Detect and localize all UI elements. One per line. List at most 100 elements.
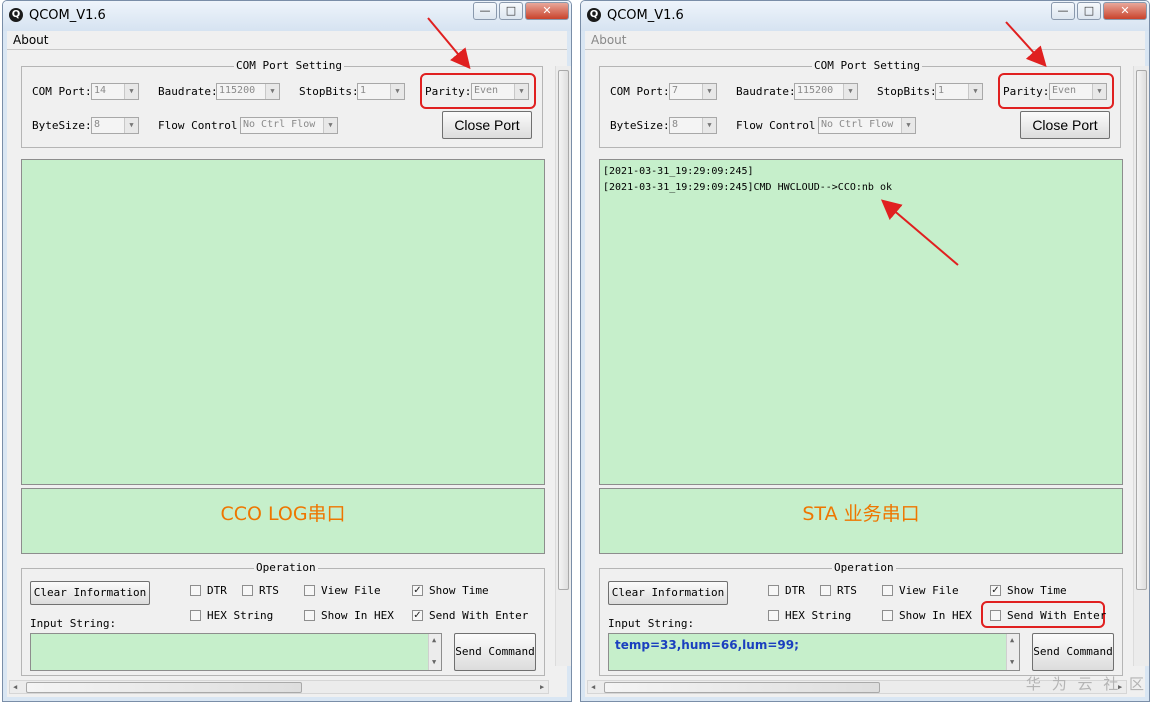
com-port-setting-group: COM Port Setting COM Port: 14 ▼ Baudrate:… (21, 59, 543, 148)
scroll-thumb[interactable] (558, 70, 569, 590)
flow-control-select[interactable]: No Ctrl Flow ▼ (240, 117, 338, 134)
chevron-down-icon: ▼ (968, 84, 982, 99)
close-port-button[interactable]: Close Port (442, 111, 532, 139)
qcom-window-left: Q QCOM_V1.6 — □ ✕ About COM Port Setting… (2, 0, 572, 702)
bytesize-select[interactable]: 8 ▼ (669, 117, 717, 134)
view-file-checkbox[interactable] (882, 585, 893, 596)
baudrate-select[interactable]: 115200 ▼ (216, 83, 280, 100)
vertical-scrollbar[interactable] (555, 66, 571, 666)
bytesize-select[interactable]: 8 ▼ (91, 117, 139, 134)
scroll-down-icon: ▼ (432, 658, 437, 666)
rts-label: RTS (259, 584, 279, 597)
show-in-hex-checkbox[interactable] (304, 610, 315, 621)
dtr-label: DTR (207, 584, 227, 597)
input-scrollbar[interactable]: ▲ ▼ (1006, 634, 1019, 670)
title-bar[interactable]: Q QCOM_V1.6 — □ ✕ (581, 1, 1149, 31)
app-icon: Q (9, 8, 23, 22)
chevron-down-icon: ▼ (124, 84, 138, 99)
menu-about[interactable]: About (591, 33, 626, 47)
log-output-pane[interactable]: [2021-03-31_19:29:09:245] [2021-03-31_19… (599, 159, 1123, 485)
rts-checkbox[interactable] (242, 585, 253, 596)
com-port-select[interactable]: 14 ▼ (91, 83, 139, 100)
menu-bar: About (585, 31, 1145, 50)
maximize-button[interactable]: □ (1077, 2, 1101, 20)
chevron-down-icon: ▼ (124, 118, 138, 133)
hex-string-checkbox[interactable] (768, 610, 779, 621)
rts-label: RTS (837, 584, 857, 597)
baudrate-label: Baudrate: (158, 85, 218, 98)
scroll-thumb[interactable] (604, 682, 880, 693)
hex-string-label: HEX String (207, 609, 274, 622)
minimize-button[interactable]: — (1051, 2, 1075, 20)
receive-pane[interactable]: CCO LOG串口 (21, 488, 545, 554)
horizontal-scrollbar[interactable]: ◀ ▶ (9, 680, 549, 694)
vertical-scrollbar[interactable] (1133, 66, 1149, 666)
pane-label: STA 业务串口 (802, 503, 920, 525)
bytesize-label: ByteSize: (32, 119, 92, 132)
send-command-button[interactable]: Send Command (1032, 633, 1114, 671)
operation-group: Operation Clear Information DTR RTS View… (599, 561, 1123, 676)
stopbits-label: StopBits: (299, 85, 359, 98)
scroll-left-icon: ◀ (13, 683, 18, 691)
chevron-down-icon: ▼ (901, 118, 915, 133)
chevron-down-icon: ▼ (323, 118, 337, 133)
input-scrollbar[interactable]: ▲ ▼ (428, 634, 441, 670)
send-with-enter-label: Send With Enter (429, 609, 529, 622)
pane-label: CCO LOG串口 (220, 503, 346, 525)
log-line: [2021-03-31_19:29:09:245]CMD HWCLOUD-->C… (603, 182, 892, 193)
com-port-select[interactable]: 7 ▼ (669, 83, 717, 100)
close-window-button[interactable]: ✕ (525, 2, 569, 20)
stopbits-select[interactable]: 1 ▼ (357, 83, 405, 100)
clear-information-button[interactable]: Clear Information (30, 581, 150, 605)
parity-select[interactable]: Even ▼ (1049, 83, 1107, 100)
menu-about[interactable]: About (13, 33, 48, 47)
show-in-hex-checkbox[interactable] (882, 610, 893, 621)
stopbits-select[interactable]: 1 ▼ (935, 83, 983, 100)
input-string-field[interactable] (30, 633, 442, 671)
scroll-up-icon: ▲ (1010, 636, 1015, 644)
dtr-checkbox[interactable] (190, 585, 201, 596)
scroll-thumb[interactable] (1136, 70, 1147, 590)
close-window-button[interactable]: ✕ (1103, 2, 1147, 20)
flow-control-label: Flow Control: (158, 119, 245, 132)
view-file-checkbox[interactable] (304, 585, 315, 596)
chevron-down-icon: ▼ (702, 84, 716, 99)
app-icon: Q (587, 8, 601, 22)
title-bar[interactable]: Q QCOM_V1.6 — □ ✕ (3, 1, 571, 31)
hex-string-label: HEX String (785, 609, 852, 622)
show-time-checkbox[interactable]: ✓ (990, 585, 1001, 596)
view-file-label: View File (321, 584, 381, 597)
scroll-up-icon: ▲ (432, 636, 437, 644)
log-output-pane[interactable] (21, 159, 545, 485)
view-file-label: View File (899, 584, 959, 597)
log-line: [2021-03-31_19:29:09:245] (603, 166, 754, 177)
dtr-checkbox[interactable] (768, 585, 779, 596)
receive-pane[interactable]: STA 业务串口 (599, 488, 1123, 554)
send-with-enter-checkbox[interactable] (990, 610, 1001, 621)
chevron-down-icon: ▼ (265, 84, 279, 99)
group-title: COM Port Setting (812, 59, 922, 72)
show-time-label: Show Time (1007, 584, 1067, 597)
input-string-field[interactable]: temp=33,hum=66,lum=99; (608, 633, 1020, 671)
minimize-button[interactable]: — (473, 2, 497, 20)
baudrate-select[interactable]: 115200 ▼ (794, 83, 858, 100)
show-time-label: Show Time (429, 584, 489, 597)
show-in-hex-label: Show In HEX (321, 609, 394, 622)
hex-string-checkbox[interactable] (190, 610, 201, 621)
chevron-down-icon: ▼ (843, 84, 857, 99)
parity-select[interactable]: Even ▼ (471, 83, 529, 100)
bytesize-label: ByteSize: (610, 119, 670, 132)
send-with-enter-checkbox[interactable]: ✓ (412, 610, 423, 621)
clear-information-button[interactable]: Clear Information (608, 581, 728, 605)
operation-group: Operation Clear Information DTR RTS View… (21, 561, 545, 676)
rts-checkbox[interactable] (820, 585, 831, 596)
flow-control-select[interactable]: No Ctrl Flow ▼ (818, 117, 916, 134)
scroll-thumb[interactable] (26, 682, 302, 693)
flow-control-label: Flow Control: (736, 119, 823, 132)
group-title: Operation (832, 561, 896, 574)
close-port-button[interactable]: Close Port (1020, 111, 1110, 139)
show-time-checkbox[interactable]: ✓ (412, 585, 423, 596)
send-command-button[interactable]: Send Command (454, 633, 536, 671)
client-area: COM Port Setting COM Port: 14 ▼ Baudrate:… (7, 50, 571, 697)
maximize-button[interactable]: □ (499, 2, 523, 20)
